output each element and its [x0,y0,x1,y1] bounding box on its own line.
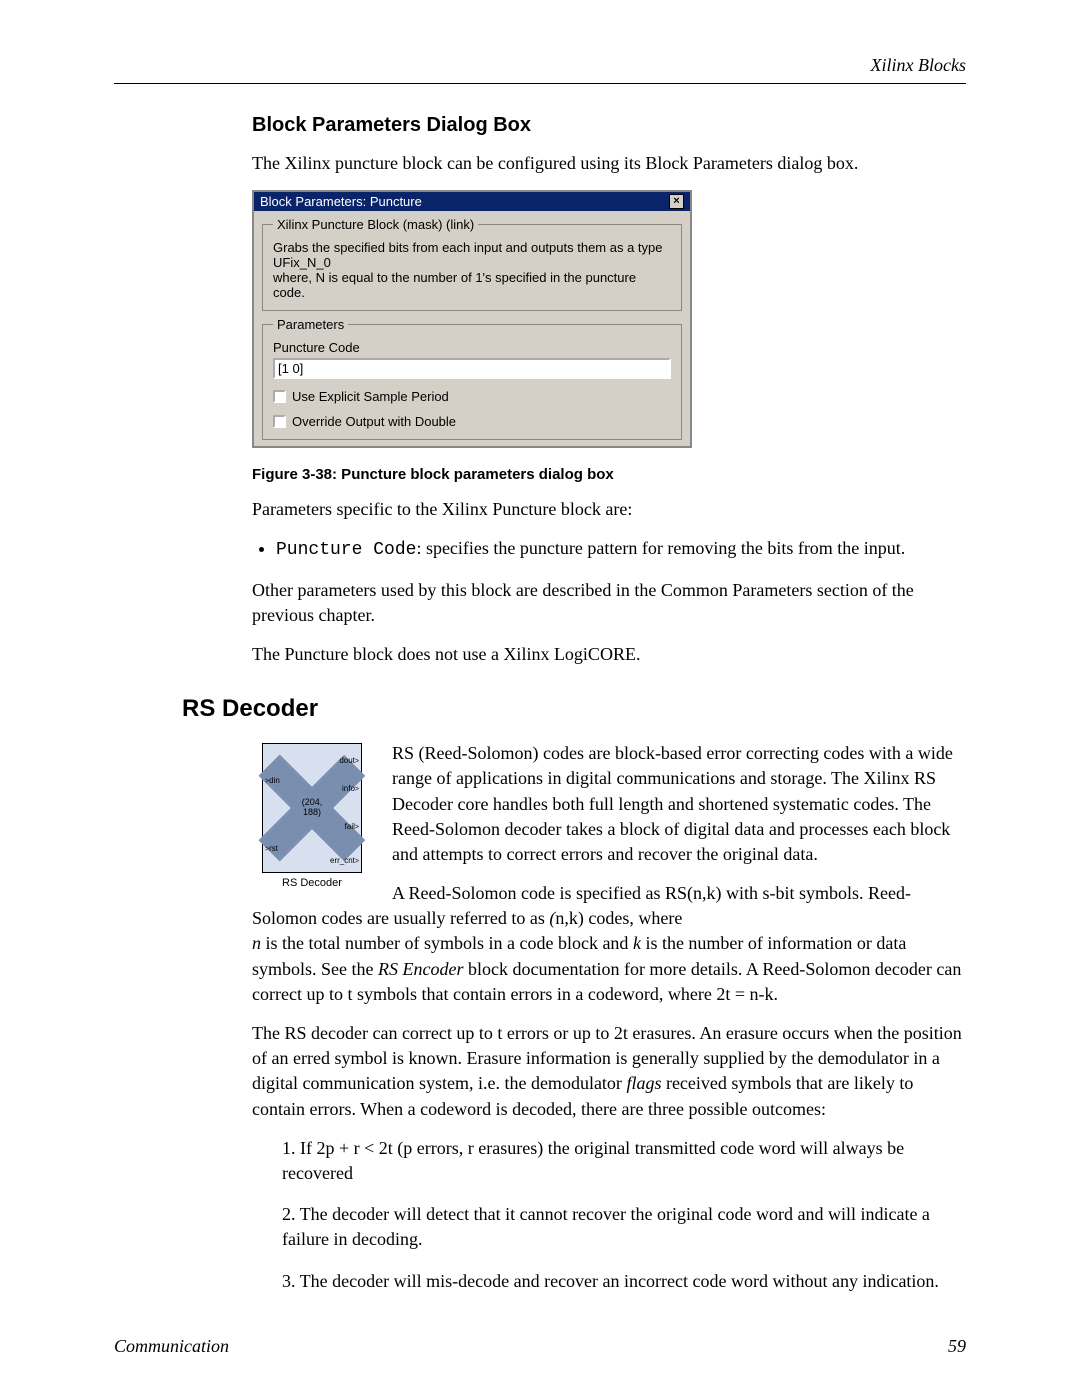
rs-paragraph-wrap: >din >rst dout> info> fail> err_cnt> (20… [252,741,966,931]
checkbox-icon[interactable] [273,390,286,403]
puncture-code-label: Puncture Code [273,340,671,355]
page-number: 59 [948,1336,966,1357]
param-list: Puncture Code: specifies the puncture pa… [276,536,966,563]
figure-caption: Figure 3-38: Puncture block parameters d… [252,466,966,483]
chk-sample-period-label: Use Explicit Sample Period [292,389,449,404]
running-header: Xilinx Blocks [871,55,966,76]
block-params-intro: The Xilinx puncture block can be configu… [252,151,966,176]
params-intro: Parameters specific to the Xilinx Punctu… [252,497,966,522]
dialog-mask-text-a: Grabs the specified bits from each input… [273,240,671,270]
checkbox-row-sample-period[interactable]: Use Explicit Sample Period [273,389,671,404]
dialog-group-mask: Xilinx Puncture Block (mask) (link) Grab… [262,217,682,311]
outcome-2: 2. The decoder will detect that it canno… [282,1202,966,1252]
outcome-3: 3. The decoder will mis-decode and recov… [282,1269,966,1294]
pin-rst: >rst [265,844,278,853]
param-code-name: Puncture Code [276,540,416,560]
content-area: Block Parameters Dialog Box The Xilinx p… [114,114,966,1294]
param-code-desc: : specifies the puncture pattern for rem… [416,538,905,558]
dialog-group-params-legend: Parameters [273,317,348,332]
dialog-group-mask-legend: Xilinx Puncture Block (mask) (link) [273,217,478,232]
header-rule [114,83,966,84]
pin-err-cnt: err_cnt> [330,856,359,865]
puncture-code-input[interactable] [273,358,671,379]
outcome-1: 1. If 2p + r < 2t (p errors, r erasures)… [282,1136,966,1186]
no-logicore-text: The Puncture block does not use a Xilinx… [252,642,966,667]
pin-din: >din [265,776,280,785]
chk-override-double-label: Override Output with Double [292,414,456,429]
footer-section: Communication [114,1336,229,1357]
dialog-title-text: Block Parameters: Puncture [260,194,422,209]
dialog-mask-text-b: where, N is equal to the number of 1's s… [273,270,671,300]
dialog-box: Block Parameters: Puncture × Xilinx Punc… [252,190,692,448]
dialog-titlebar: Block Parameters: Puncture × [254,192,690,211]
rs-icon-label: RS Decoder [252,877,372,889]
rs-icon-box: >din >rst dout> info> fail> err_cnt> (20… [262,743,362,873]
rs-para3: n is the total number of symbols in a co… [252,931,966,1007]
dialog-group-params: Parameters Puncture Code Use Explicit Sa… [262,317,682,440]
rs-decoder-block-icon: >din >rst dout> info> fail> err_cnt> (20… [252,743,372,889]
rs-center-nums: (204,188) [302,798,323,818]
pin-dout: dout> [339,756,359,765]
section-block-params-title: Block Parameters Dialog Box [252,114,966,137]
close-icon[interactable]: × [669,194,684,209]
checkbox-row-override-double[interactable]: Override Output with Double [273,414,671,429]
param-puncture-code: Puncture Code: specifies the puncture pa… [276,536,966,563]
pin-info: info> [342,784,359,793]
rs-para4: The RS decoder can correct up to t error… [252,1021,966,1122]
page: Xilinx Blocks Block Parameters Dialog Bo… [0,0,1080,1397]
outcomes-block: 1. If 2p + r < 2t (p errors, r erasures)… [282,1136,966,1294]
section-rs-decoder-title: RS Decoder [182,695,966,723]
checkbox-icon[interactable] [273,415,286,428]
pin-fail: fail> [345,822,359,831]
other-params-text: Other parameters used by this block are … [252,578,966,628]
